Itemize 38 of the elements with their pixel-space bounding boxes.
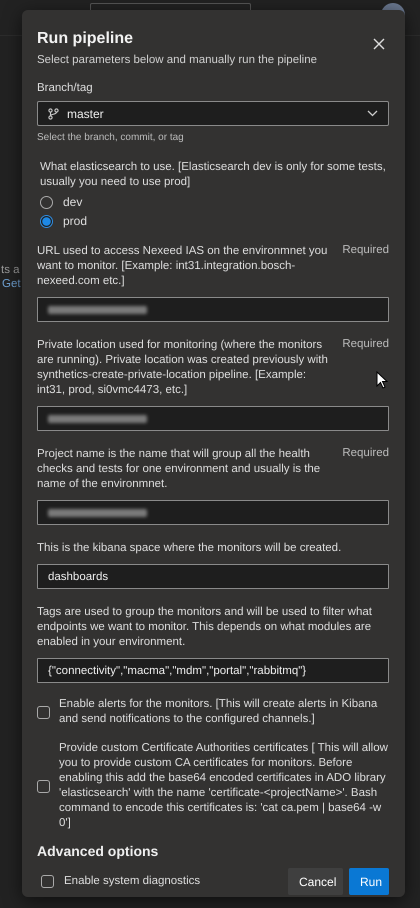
parameter-label: What elasticsearch to use. [Elasticsearch dev is only for some tests, usually you need to use prod] (40, 160, 387, 190)
cancel-button[interactable]: Cancel (288, 868, 343, 895)
parameter-label: This is the kibana space where the monitors will be created. (37, 541, 342, 556)
checkbox-label: Provide custom Certificate Authorities certificates [ This will allow you to provide custom CA certificates for monitors. Before enabling this add the base64 encoded certificates in ADO library 'elasticsearch' with the name 'certificate-<projectName>'. Bash command to encode this certificates is: 'cat ca.pem | base64 -w 0'] (59, 741, 389, 831)
checkbox-label: Enable system diagnostics (64, 874, 200, 889)
radio-button[interactable] (40, 214, 53, 228)
required-label: Required (342, 338, 389, 350)
input-field[interactable]: dashboards (37, 564, 389, 589)
parameter-label: Private location used for monitoring (where the monitors are running). Private location was created previously with synthetics-create-private-location pipeline. [Example: int31, prod, si0vmc4473, etc.] (37, 338, 329, 398)
dialog-title: Run pipeline (37, 30, 134, 48)
chevron-down-icon (367, 110, 378, 117)
checkbox[interactable] (37, 706, 50, 718)
input-field[interactable]: {"connectivity","macma","mdm","portal","rabbitmq"} (37, 658, 389, 683)
background-text: ts a (1, 264, 21, 276)
field-hint: Select the branch, commit, or tag (37, 132, 185, 143)
mouse-pointer-icon (376, 371, 388, 389)
checkbox[interactable] (41, 875, 54, 888)
required-label: Required (342, 447, 389, 459)
parameter-label: URL used to access Nexeed IAS on the environmnet you want to monitor. [Example: int31.integration.bosch-nexeed.com etc.] (37, 244, 328, 289)
dialog-subtitle: Select parameters below and manually run the pipeline (37, 54, 317, 66)
radio-option[interactable]: dev (40, 195, 82, 209)
run-button[interactable]: Run (349, 868, 389, 895)
branch-icon (48, 108, 59, 120)
parameter-label: Project name is the name that will group all the health checks and tests for one environment and usually is the name of the environmnet. (37, 447, 322, 492)
radio-button[interactable] (40, 196, 53, 208)
branch-dropdown[interactable]: master (37, 101, 389, 126)
checkbox-label: Enable alerts for the monitors. [This will create alerts in Kibana and send notifications to the configured channels.] (59, 697, 378, 727)
parameter-label: Tags are used to group the monitors and will be used to filter what endpoints we want to monitor. This depends on what modules are enabled in your environment. (37, 605, 373, 650)
background-text: Get (2, 278, 21, 290)
close-icon (373, 38, 385, 50)
field-label: Branch/tag (37, 82, 94, 94)
input-field[interactable] (37, 297, 389, 322)
required-label: Required (342, 244, 389, 256)
input-field[interactable] (37, 500, 389, 525)
radio-option[interactable]: prod (40, 214, 88, 228)
section-heading: Advanced options (37, 843, 160, 859)
input-field[interactable] (37, 406, 389, 431)
checkbox[interactable] (37, 780, 50, 792)
